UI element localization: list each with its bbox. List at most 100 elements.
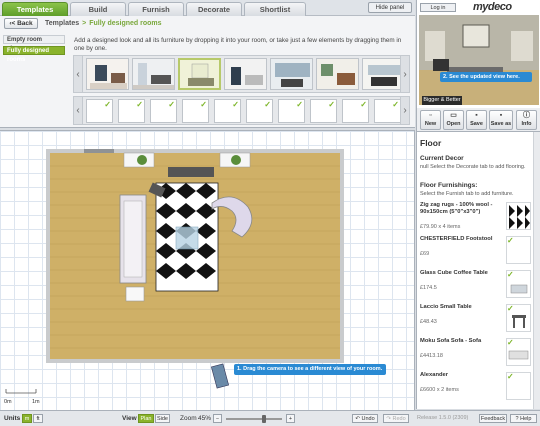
- sideboard[interactable]: [168, 167, 214, 177]
- coffee-table[interactable]: [175, 226, 199, 250]
- furniture-thumb[interactable]: ✓: [214, 99, 241, 123]
- item-price: £6600 x 2 items: [420, 387, 459, 393]
- zoom-value: 45%: [198, 415, 212, 422]
- undo-button[interactable]: ↶ Undo: [352, 414, 378, 423]
- feedback-button[interactable]: Feedback: [479, 414, 507, 423]
- bottom-toolbar: Units m ft View Plan Side Zoom 45% − + ↶…: [0, 410, 540, 426]
- scroll-right-icon[interactable]: ›: [400, 56, 409, 92]
- furniture-thumb[interactable]: ✓: [310, 99, 337, 123]
- redo-button[interactable]: ↷ Redo: [383, 414, 409, 423]
- tab-furnish[interactable]: Furnish: [128, 2, 184, 16]
- room-template-strip: ‹ ›: [73, 55, 410, 93]
- breadcrumb-separator-icon: >: [82, 20, 87, 27]
- tab-shortlist[interactable]: Shortlist: [244, 2, 306, 16]
- tab-build[interactable]: Build: [70, 2, 126, 16]
- check-icon: ✓: [507, 304, 514, 313]
- furniture-thumb[interactable]: ✓: [182, 99, 209, 123]
- tab-templates[interactable]: Templates: [2, 2, 68, 16]
- furniture-thumb[interactable]: ✓: [278, 99, 305, 123]
- redo-icon: ↷: [386, 416, 391, 422]
- furniture-thumb[interactable]: ✓: [86, 99, 113, 123]
- check-icon: ✓: [104, 100, 111, 109]
- new-button[interactable]: ▫ New: [420, 110, 441, 130]
- room-template-thumb[interactable]: [316, 58, 359, 90]
- scroll-right-icon[interactable]: ›: [400, 97, 409, 124]
- room-template-thumb[interactable]: [224, 58, 267, 90]
- logo: mydeco: [473, 1, 512, 13]
- list-item[interactable]: Moku Sofa Sofa - Sofa £4413.18 ✓: [417, 338, 532, 372]
- room-template-thumb[interactable]: [86, 58, 129, 90]
- list-item[interactable]: Zig zag rugs - 100% wool - 90x150cm (5"0…: [417, 202, 532, 236]
- minus-icon: −: [215, 416, 220, 422]
- furniture-thumb[interactable]: ✓: [374, 99, 401, 123]
- preview-panel: Log in mydeco 2. See the updated view he…: [416, 0, 540, 108]
- unit-m-button[interactable]: m: [22, 414, 32, 423]
- zoom-label: Zoom: [180, 415, 197, 422]
- undo-icon: ↶: [355, 416, 360, 422]
- plan-view-button[interactable]: Plan: [138, 414, 154, 423]
- item-name: Laccio Small Table: [420, 304, 472, 310]
- hide-panel-button[interactable]: Hide panel: [368, 2, 412, 13]
- room-template-thumb[interactable]: [270, 58, 313, 90]
- redo-label: Redo: [392, 416, 406, 422]
- zoom-slider[interactable]: [226, 415, 282, 423]
- info-button[interactable]: ⓘ Info: [516, 110, 537, 130]
- small-table[interactable]: [125, 286, 145, 302]
- zoom-slider-handle[interactable]: [262, 415, 266, 423]
- check-icon: ✓: [392, 100, 399, 109]
- help-icon: ?: [515, 416, 519, 422]
- scale-label-one: 1m: [32, 399, 40, 405]
- list-item[interactable]: CHESTERFIELD Footstool £69 ✓: [417, 236, 532, 270]
- room-3d-preview[interactable]: [419, 15, 539, 105]
- floor-furnishings-heading: Floor Furnishings:: [420, 182, 478, 189]
- open-label: Open: [446, 121, 461, 127]
- help-button[interactable]: ? Help: [510, 414, 537, 423]
- tab-decorate[interactable]: Decorate: [186, 2, 242, 16]
- check-icon: ✓: [507, 236, 514, 245]
- info-icon: ⓘ: [523, 112, 530, 119]
- furniture-thumb[interactable]: ✓: [150, 99, 177, 123]
- top-tab-bar: Templates Build Furnish Decorate Shortli…: [0, 0, 415, 16]
- furniture-items-strip: ‹ ✓ ✓ ✓ ✓ ✓ ✓ ✓ ✓ ✓ ✓ ›: [73, 96, 410, 125]
- item-price: £4413.18: [420, 353, 443, 359]
- side-view-button[interactable]: Side: [155, 414, 170, 423]
- item-name: Zig zag rugs - 100% wool - 90x150cm (5"0…: [420, 202, 493, 215]
- list-item[interactable]: Laccio Small Table £48.43 ✓: [417, 304, 532, 338]
- check-icon: ✓: [328, 100, 335, 109]
- list-item[interactable]: Glass Cube Coffee Table £174.5 ✓: [417, 270, 532, 304]
- list-item[interactable]: Alexander £6600 x 2 items ✓: [417, 372, 532, 406]
- room-template-thumb[interactable]: [362, 58, 405, 90]
- floor-properties-panel: Floor Current Decor null Select the Deco…: [416, 132, 540, 409]
- save-as-button[interactable]: ▪ Save as: [489, 110, 513, 130]
- breadcrumb-root[interactable]: Templates: [45, 20, 79, 27]
- breadcrumb: Templates > Fully designed rooms: [45, 20, 162, 27]
- scroll-left-icon[interactable]: ‹: [74, 97, 83, 124]
- unit-ft-button[interactable]: ft: [33, 414, 43, 423]
- room-template-thumb-selected[interactable]: [178, 58, 221, 90]
- save-button[interactable]: ▪ Save: [466, 110, 487, 130]
- canvas-tip: 1. Drag the camera to see a different vi…: [234, 364, 386, 375]
- window-mark: [84, 149, 114, 153]
- open-button[interactable]: ▭ Open: [443, 110, 464, 130]
- view-label: View: [122, 415, 137, 422]
- panel-scrollbar[interactable]: [533, 132, 540, 409]
- back-button[interactable]: ‹< Back: [4, 18, 38, 29]
- furniture-thumb[interactable]: ✓: [118, 99, 145, 123]
- room-template-thumb[interactable]: [132, 58, 175, 90]
- item-price: £174.5: [420, 285, 437, 291]
- units-label: Units: [4, 415, 21, 422]
- login-button[interactable]: Log in: [420, 3, 456, 12]
- scroll-left-icon[interactable]: ‹: [74, 56, 83, 92]
- empty-room-shapes-button[interactable]: Empty room shapes: [3, 35, 65, 52]
- plant-icon: [137, 155, 147, 165]
- check-icon: ✓: [507, 338, 514, 347]
- scale-label-zero: 0m: [4, 399, 12, 405]
- zoom-in-button[interactable]: +: [286, 414, 295, 423]
- furniture-thumb[interactable]: ✓: [342, 99, 369, 123]
- camera-icon[interactable]: [210, 363, 230, 389]
- furniture-thumb[interactable]: ✓: [246, 99, 273, 123]
- open-icon: ▭: [450, 112, 457, 119]
- zoom-out-button[interactable]: −: [213, 414, 222, 423]
- fully-designed-rooms-button[interactable]: Fully designed rooms: [3, 46, 65, 63]
- bigger-better-button[interactable]: Bigger & Better: [422, 96, 462, 105]
